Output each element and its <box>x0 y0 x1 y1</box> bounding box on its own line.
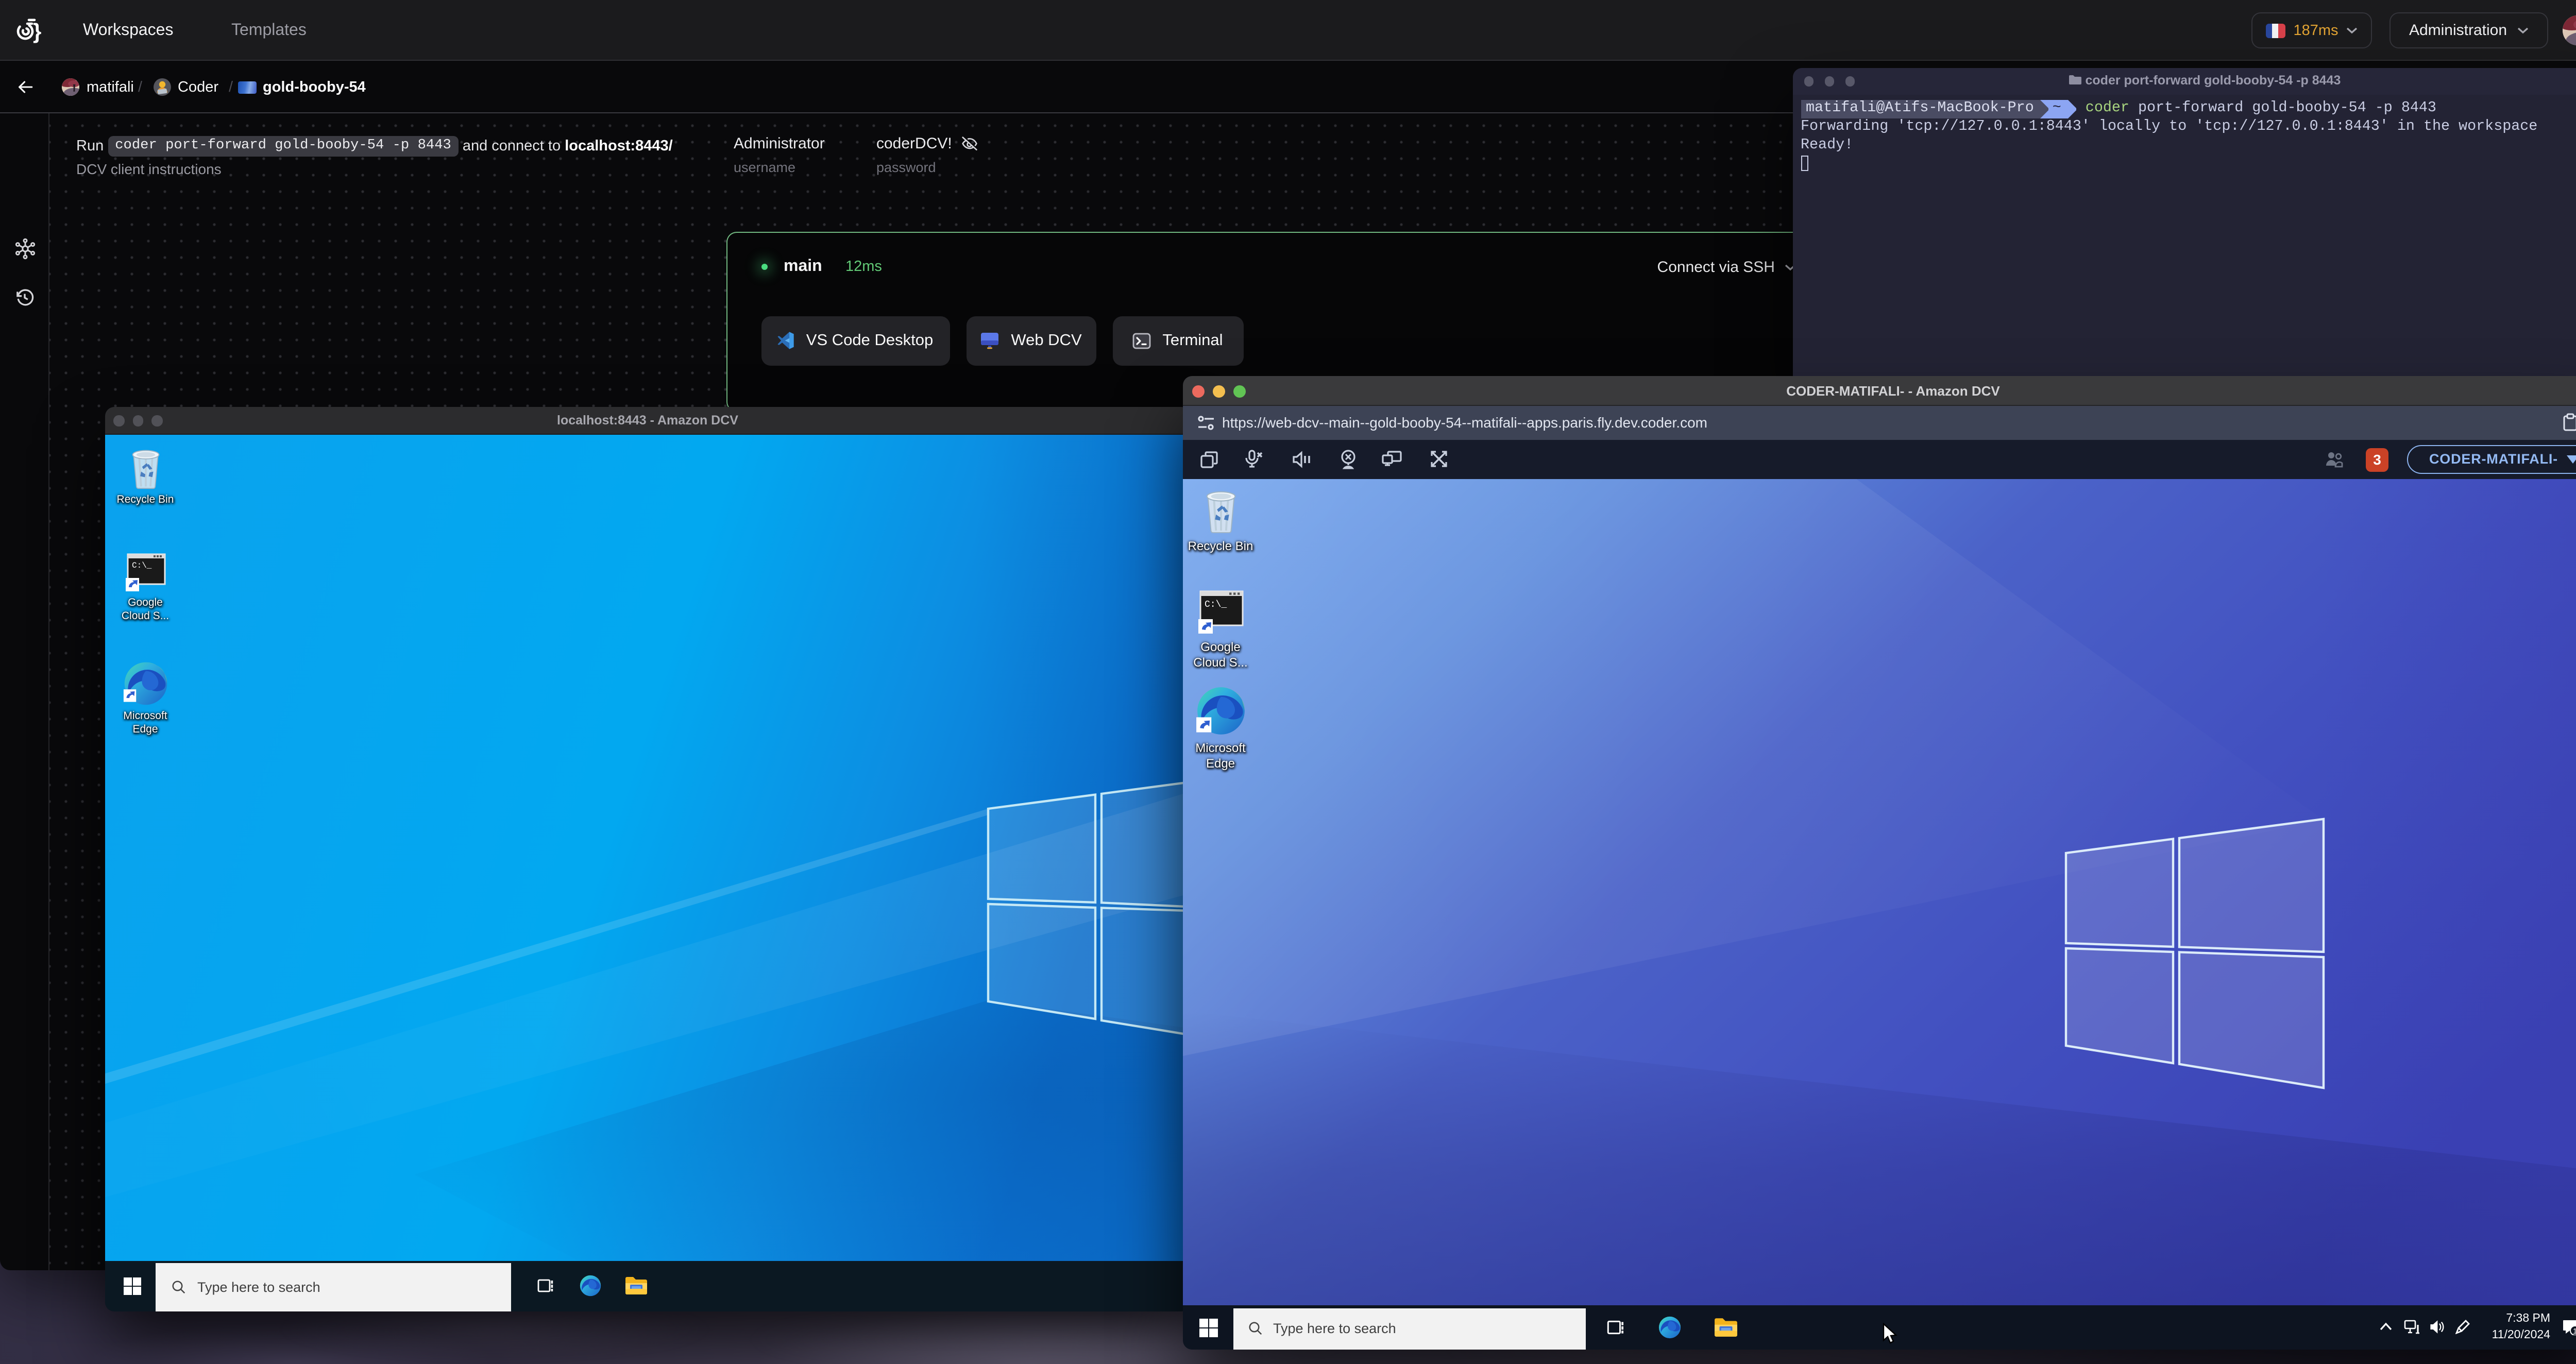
svg-text:C:\_: C:\_ <box>132 561 152 570</box>
svg-text:1: 1 <box>2573 1327 2576 1335</box>
svg-text:}: } <box>33 19 41 43</box>
svg-text:C:\_: C:\_ <box>1205 600 1227 610</box>
